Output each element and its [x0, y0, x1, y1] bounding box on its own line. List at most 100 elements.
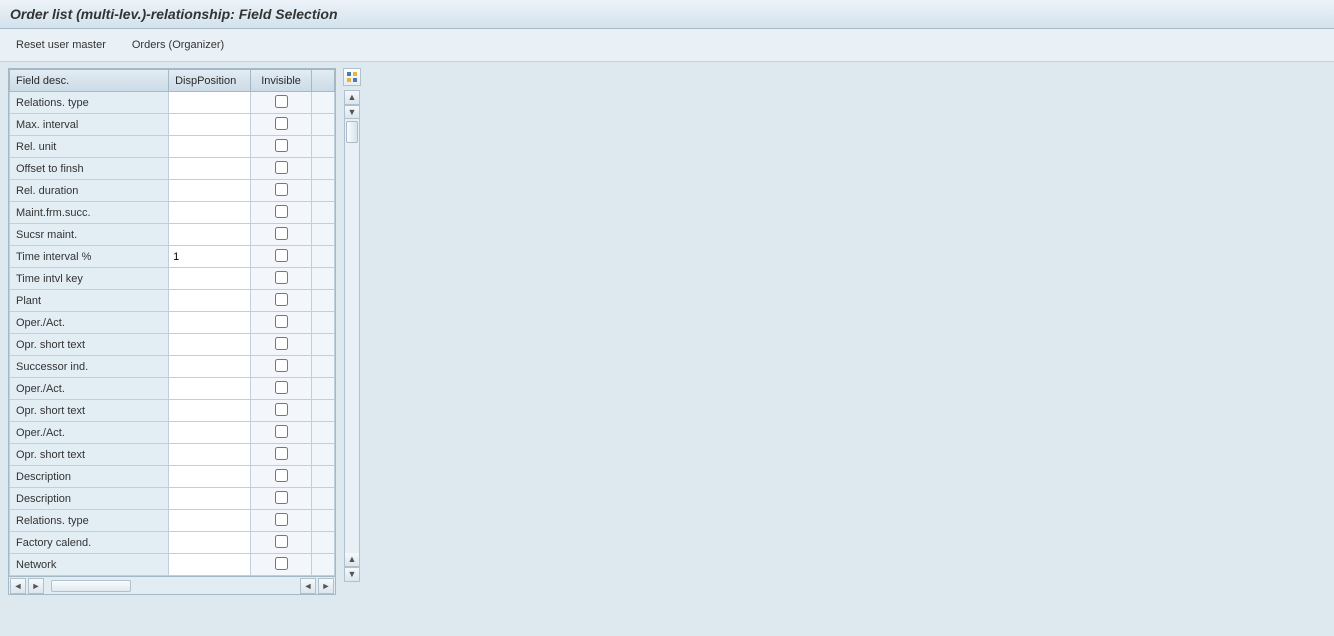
disp-position-cell[interactable] — [169, 158, 251, 180]
table-row[interactable]: Description — [10, 466, 335, 488]
table-row[interactable]: Opr. short text — [10, 334, 335, 356]
disp-position-cell[interactable] — [169, 422, 251, 444]
invisible-checkbox[interactable] — [275, 491, 288, 504]
disp-position-cell[interactable] — [169, 92, 251, 114]
table-row[interactable]: Rel. unit — [10, 136, 335, 158]
invisible-cell[interactable] — [250, 114, 311, 136]
table-row[interactable]: Max. interval — [10, 114, 335, 136]
disp-position-input[interactable] — [169, 334, 250, 355]
disp-position-cell[interactable] — [169, 334, 251, 356]
table-row[interactable]: Network — [10, 554, 335, 576]
h-thumb[interactable] — [51, 580, 131, 592]
table-row[interactable]: Maint.frm.succ. — [10, 202, 335, 224]
disp-position-cell[interactable] — [169, 224, 251, 246]
table-row[interactable]: Offset to finsh — [10, 158, 335, 180]
disp-position-input[interactable] — [169, 488, 250, 509]
disp-position-input[interactable] — [169, 202, 250, 223]
disp-position-input[interactable] — [169, 268, 250, 289]
vertical-scrollbar[interactable]: ▲ ▼ ▲ ▼ — [344, 90, 360, 582]
invisible-cell[interactable] — [250, 202, 311, 224]
disp-position-input[interactable] — [169, 92, 250, 113]
invisible-checkbox[interactable] — [275, 403, 288, 416]
disp-position-cell[interactable] — [169, 290, 251, 312]
scroll-right-end-icon[interactable]: ► — [318, 578, 334, 594]
disp-position-cell[interactable] — [169, 378, 251, 400]
invisible-checkbox[interactable] — [275, 139, 288, 152]
disp-position-cell[interactable] — [169, 510, 251, 532]
table-row[interactable]: Rel. duration — [10, 180, 335, 202]
invisible-cell[interactable] — [250, 554, 311, 576]
disp-position-cell[interactable] — [169, 180, 251, 202]
table-row[interactable]: Time intvl key — [10, 268, 335, 290]
table-row[interactable]: Description — [10, 488, 335, 510]
invisible-cell[interactable] — [250, 444, 311, 466]
invisible-cell[interactable] — [250, 466, 311, 488]
invisible-checkbox[interactable] — [275, 95, 288, 108]
invisible-checkbox[interactable] — [275, 205, 288, 218]
disp-position-cell[interactable] — [169, 554, 251, 576]
table-row[interactable]: Sucsr maint. — [10, 224, 335, 246]
table-row[interactable]: Relations. type — [10, 510, 335, 532]
col-disp-position[interactable]: DispPosition — [169, 70, 251, 92]
disp-position-input[interactable] — [169, 532, 250, 553]
disp-position-cell[interactable] — [169, 488, 251, 510]
invisible-checkbox[interactable] — [275, 469, 288, 482]
col-field-desc[interactable]: Field desc. — [10, 70, 169, 92]
table-row[interactable]: Opr. short text — [10, 400, 335, 422]
invisible-cell[interactable] — [250, 532, 311, 554]
invisible-cell[interactable] — [250, 158, 311, 180]
invisible-checkbox[interactable] — [275, 381, 288, 394]
table-row[interactable]: Opr. short text — [10, 444, 335, 466]
scroll-right-icon[interactable]: ► — [28, 578, 44, 594]
disp-position-input[interactable] — [169, 444, 250, 465]
scroll-down-icon[interactable]: ▼ — [345, 105, 359, 119]
table-row[interactable]: Oper./Act. — [10, 312, 335, 334]
invisible-cell[interactable] — [250, 268, 311, 290]
table-row[interactable]: Oper./Act. — [10, 378, 335, 400]
scroll-up-icon[interactable]: ▲ — [345, 91, 359, 105]
invisible-cell[interactable] — [250, 290, 311, 312]
horizontal-scrollbar[interactable]: ◄ ► ◄ ► — [9, 576, 335, 594]
table-row[interactable]: Successor ind. — [10, 356, 335, 378]
invisible-checkbox[interactable] — [275, 315, 288, 328]
disp-position-input[interactable] — [169, 224, 250, 245]
disp-position-input[interactable] — [169, 246, 250, 267]
disp-position-input[interactable] — [169, 356, 250, 377]
disp-position-cell[interactable] — [169, 444, 251, 466]
invisible-checkbox[interactable] — [275, 337, 288, 350]
table-row[interactable]: Time interval % — [10, 246, 335, 268]
disp-position-cell[interactable] — [169, 268, 251, 290]
invisible-cell[interactable] — [250, 92, 311, 114]
disp-position-input[interactable] — [169, 466, 250, 487]
disp-position-input[interactable] — [169, 312, 250, 333]
invisible-checkbox[interactable] — [275, 535, 288, 548]
h-track[interactable] — [45, 580, 299, 592]
table-row[interactable]: Plant — [10, 290, 335, 312]
invisible-checkbox[interactable] — [275, 271, 288, 284]
scroll-up2-icon[interactable]: ▲ — [345, 553, 359, 567]
scroll-left-end-icon[interactable]: ◄ — [300, 578, 316, 594]
disp-position-input[interactable] — [169, 180, 250, 201]
scroll-down2-icon[interactable]: ▼ — [345, 567, 359, 581]
invisible-checkbox[interactable] — [275, 227, 288, 240]
invisible-checkbox[interactable] — [275, 513, 288, 526]
scroll-left-icon[interactable]: ◄ — [10, 578, 26, 594]
invisible-cell[interactable] — [250, 136, 311, 158]
table-row[interactable]: Relations. type — [10, 92, 335, 114]
disp-position-cell[interactable] — [169, 466, 251, 488]
invisible-cell[interactable] — [250, 246, 311, 268]
invisible-checkbox[interactable] — [275, 293, 288, 306]
disp-position-input[interactable] — [169, 422, 250, 443]
table-row[interactable]: Oper./Act. — [10, 422, 335, 444]
invisible-checkbox[interactable] — [275, 425, 288, 438]
disp-position-cell[interactable] — [169, 246, 251, 268]
invisible-checkbox[interactable] — [275, 161, 288, 174]
invisible-cell[interactable] — [250, 312, 311, 334]
v-track[interactable] — [345, 119, 359, 553]
invisible-cell[interactable] — [250, 422, 311, 444]
col-invisible[interactable]: Invisible — [250, 70, 311, 92]
disp-position-input[interactable] — [169, 114, 250, 135]
disp-position-input[interactable] — [169, 290, 250, 311]
disp-position-cell[interactable] — [169, 136, 251, 158]
invisible-checkbox[interactable] — [275, 447, 288, 460]
